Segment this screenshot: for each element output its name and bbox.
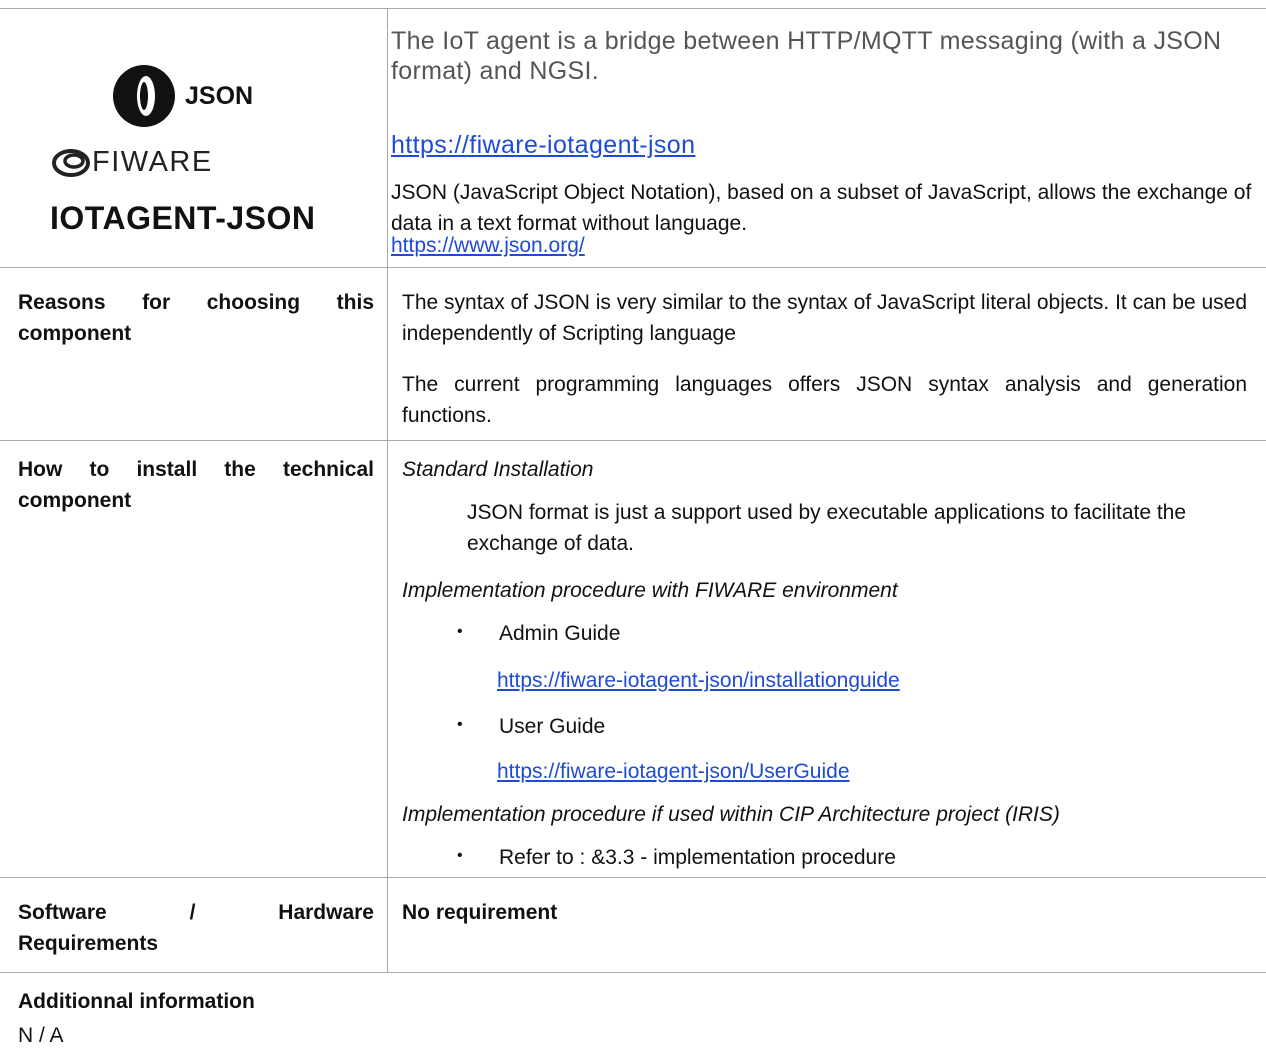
requirements-label-software: Software (18, 901, 107, 924)
cip-procedure-heading: Implementation procedure if used within … (402, 803, 1060, 826)
user-guide-link[interactable]: https://fiware-iotagent-json/UserGuide (497, 756, 850, 787)
additional-info-label: Additionnal information (18, 990, 255, 1013)
fiware-swirl-icon (52, 149, 90, 177)
reasons-text-1: The syntax of JSON is very similar to th… (402, 291, 1248, 345)
requirements-label: Software / Hardware Requirements (18, 897, 374, 959)
column-divider (387, 8, 388, 972)
row-divider (0, 267, 1266, 268)
install-label: How to install the technical component (18, 458, 374, 512)
table-top-border (0, 8, 1266, 9)
fiware-procedure-heading: Implementation procedure with FIWARE env… (402, 579, 898, 602)
requirements-value: No requirement (402, 901, 558, 924)
fiware-wordmark: FIWARE (92, 146, 213, 178)
reasons-label: Reasons for choosing this component (18, 291, 374, 345)
standard-installation-heading: Standard Installation (402, 458, 594, 481)
additional-info-value: N / A (18, 1024, 64, 1047)
bullet-icon: • (457, 716, 463, 733)
admin-guide-link[interactable]: https://fiware-iotagent-json/installatio… (497, 665, 900, 696)
intro-description: The IoT agent is a bridge between HTTP/M… (391, 27, 1222, 85)
requirements-label-separator: / (189, 901, 196, 924)
repo-link[interactable]: https://fiware-iotagent-json (391, 131, 695, 160)
iotagent-json-logo: JSON FIWARE IOTAGENT-JSON (50, 52, 370, 252)
bullet-icon: • (457, 847, 463, 864)
reasons-text-2: The current programming languages offers… (402, 373, 1247, 427)
requirements-label-line2: Requirements (18, 932, 159, 955)
user-guide-label: User Guide (499, 715, 606, 738)
row-divider (0, 877, 1266, 878)
row-divider (0, 440, 1266, 441)
row-divider (0, 972, 1266, 973)
cip-reference: Refer to : &3.3 - implementation procedu… (499, 846, 896, 869)
json-org-link[interactable]: https://www.json.org/ (391, 230, 585, 261)
product-name: IOTAGENT-JSON (50, 200, 316, 236)
standard-installation-text: JSON format is just a support used by ex… (467, 501, 1187, 555)
requirements-label-hardware: Hardware (278, 901, 374, 924)
json-logo-icon (113, 65, 175, 127)
json-wordmark: JSON (185, 82, 254, 110)
admin-guide-label: Admin Guide (499, 622, 621, 645)
bullet-icon: • (457, 623, 463, 640)
